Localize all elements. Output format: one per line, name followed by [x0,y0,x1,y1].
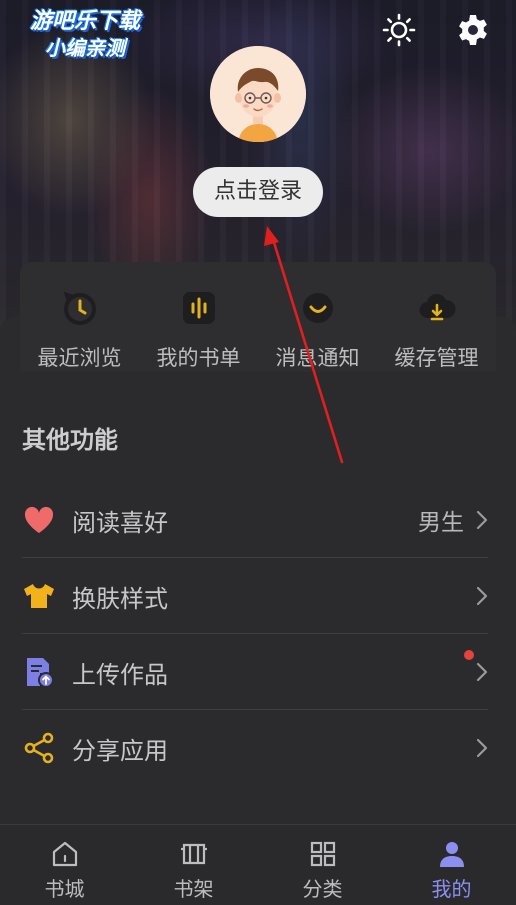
clock-history-icon [60,288,100,328]
watermark-logo: 游吧乐下载 小编亲测 [10,8,160,68]
menu-item-value: 男生 [418,510,464,536]
bookshelf-icon [179,839,209,869]
chevron-right-icon [474,585,490,607]
booklist-icon [179,288,219,328]
notification-badge [464,650,474,660]
menu-item-label: 换肤样式 [72,584,168,613]
nav-label: 书城 [44,877,85,901]
watermark-line2: 小编亲测 [45,36,125,60]
quick-action-notifications[interactable]: 消息通知 [258,262,377,372]
upload-document-icon [22,655,56,689]
heart-icon [22,503,56,537]
chevron-right-icon [474,509,490,531]
quick-actions-card: 最近浏览 我的书单 消息通知 缓存管理 [20,262,496,372]
quick-action-label: 缓存管理 [394,346,479,370]
nav-item-category[interactable]: 分类 [258,825,387,905]
cloud-download-icon [417,288,457,328]
user-icon [437,839,467,869]
nav-label: 我的 [431,877,472,901]
avatar[interactable] [210,46,306,142]
menu-item-label: 阅读喜好 [72,508,168,537]
menu-item-label: 分享应用 [72,736,168,765]
quick-action-label: 消息通知 [275,346,360,370]
nav-label: 书架 [173,877,214,901]
nav-label: 分类 [302,877,343,901]
chevron-right-icon [474,737,490,759]
menu-item-reading-preference[interactable]: 阅读喜好 男生 [22,482,488,558]
gear-icon[interactable] [455,12,491,48]
nav-item-bookshelf[interactable]: 书架 [129,825,258,905]
tshirt-icon [22,579,56,613]
nav-item-mine[interactable]: 我的 [387,825,516,905]
quick-action-recent[interactable]: 最近浏览 [20,262,139,372]
quick-action-booklist[interactable]: 我的书单 [139,262,258,372]
nav-item-bookstore[interactable]: 书城 [0,825,129,905]
quick-action-cache[interactable]: 缓存管理 [377,262,496,372]
notification-icon [298,288,338,328]
login-button[interactable]: 点击登录 [193,167,323,217]
menu-item-skin-style[interactable]: 换肤样式 [22,558,488,634]
bottom-nav: 书城 书架 分类 我的 [0,824,516,905]
section-title-other: 其他功能 [22,426,118,454]
home-icon [50,839,80,869]
sun-icon[interactable] [381,12,417,48]
quick-action-label: 最近浏览 [37,346,122,370]
chevron-right-icon [474,661,490,683]
grid-icon [308,839,338,869]
menu-item-label: 上传作品 [72,660,168,689]
menu-item-upload-works[interactable]: 上传作品 [22,634,488,710]
share-icon [22,731,56,765]
watermark-line1: 游吧乐下载 [29,9,140,34]
menu-item-share-app[interactable]: 分享应用 [22,710,488,786]
quick-action-label: 我的书单 [156,346,241,370]
